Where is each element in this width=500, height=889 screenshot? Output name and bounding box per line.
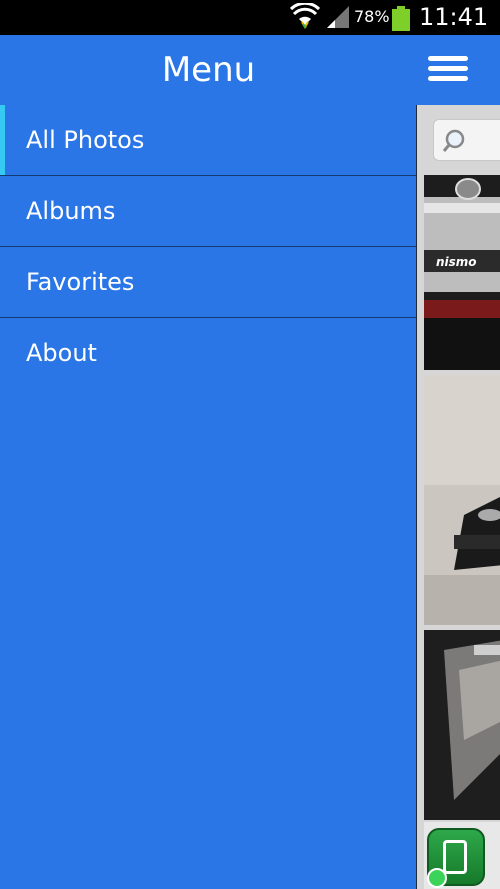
drawer-item-all-photos[interactable]: All Photos (0, 105, 416, 176)
screen: 78% 11:41 Menu nismo All Photos Albums F… (0, 0, 500, 889)
photo-thumbnail[interactable] (424, 822, 500, 889)
hamburger-menu-icon[interactable] (425, 51, 471, 87)
photo-thumbnail[interactable] (424, 375, 500, 625)
photo-grid-peek: nismo (417, 105, 500, 889)
drawer-item-label: Albums (26, 197, 116, 225)
drawer-list: All Photos Albums Favorites About (0, 105, 416, 389)
drawer-item-albums[interactable]: Albums (0, 176, 416, 247)
battery-icon (392, 6, 410, 31)
photo-thumbnail[interactable]: nismo (424, 175, 500, 370)
drawer-item-label: All Photos (26, 126, 145, 154)
page-title: Menu (161, 50, 256, 90)
app-bar: Menu (0, 35, 500, 105)
drawer-item-label: Favorites (26, 268, 135, 296)
battery-percent: 78% (354, 7, 390, 26)
search-input[interactable] (433, 119, 500, 161)
nismo-plate: nismo (436, 255, 477, 269)
wifi-icon (290, 3, 320, 29)
clock: 11:41 (419, 3, 489, 31)
signal-icon (327, 6, 349, 28)
app-icon (427, 828, 485, 888)
drawer-item-label: About (26, 339, 97, 367)
search-icon (442, 129, 465, 152)
drawer-item-about[interactable]: About (0, 318, 416, 389)
status-bar: 78% 11:41 (0, 0, 500, 35)
photo-thumbnail[interactable] (424, 630, 500, 820)
navigation-drawer: All Photos Albums Favorites About (0, 105, 417, 889)
drawer-item-favorites[interactable]: Favorites (0, 247, 416, 318)
